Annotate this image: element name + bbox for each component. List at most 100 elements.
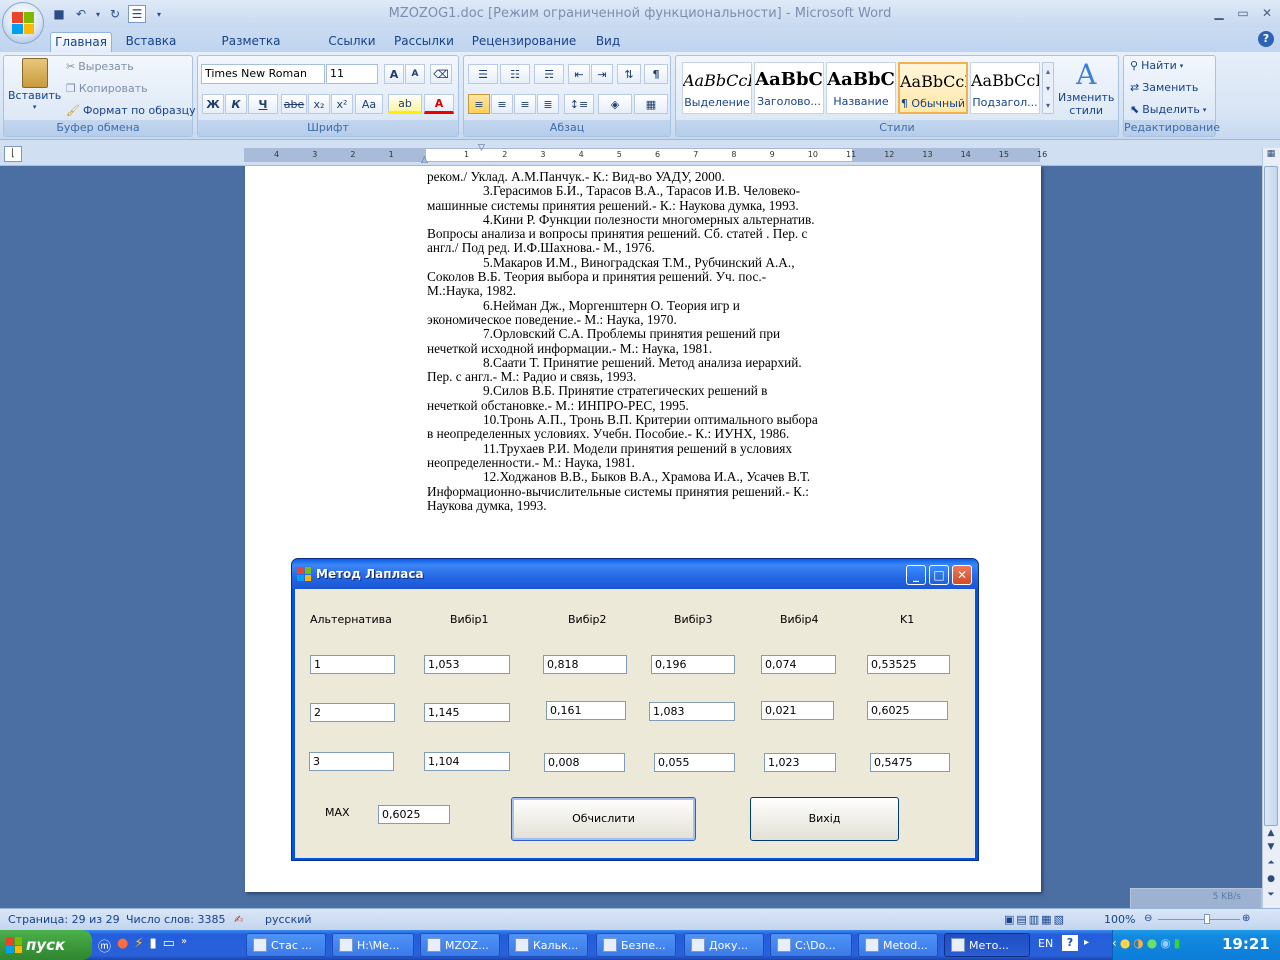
k1-input-2[interactable]: 0,6025 — [867, 701, 948, 720]
save-icon[interactable]: ▮ — [150, 936, 157, 954]
view-buttons[interactable]: ▣▤▥▦▧ — [1004, 913, 1066, 926]
close-icon[interactable]: ✕ — [1256, 6, 1278, 22]
paste-button[interactable]: Вставить ▾ — [8, 58, 61, 111]
alt-input-2[interactable]: 2 — [310, 703, 395, 722]
tray-app-icon[interactable]: ● — [1120, 936, 1130, 950]
winamp-icon[interactable]: ⚡ — [134, 936, 143, 954]
choice3-input-2[interactable]: 1,083 — [649, 702, 735, 721]
word-count[interactable]: Число слов: 3385 — [126, 913, 225, 926]
ruler-toggle-icon[interactable]: ▦ — [1264, 149, 1278, 163]
tray-app-icon[interactable]: ◉ — [1160, 936, 1170, 950]
format-painter-button[interactable]: 🖌 Формат по образцу — [66, 104, 196, 117]
prev-page-icon[interactable]: ⏶ — [1264, 858, 1278, 872]
select-browse-icon[interactable]: ● — [1264, 874, 1278, 888]
taskbar-item-5[interactable]: Безпе... — [596, 933, 676, 957]
pilcrow-icon[interactable]: ¶ — [644, 64, 668, 84]
next-page-icon[interactable]: ⏷ — [1264, 890, 1278, 904]
taskbar-item-6[interactable]: Доку... — [684, 933, 764, 957]
choice2-input-3[interactable]: 0,008 — [544, 753, 625, 772]
exit-button[interactable]: Вихід — [750, 797, 899, 841]
scroll-up-icon[interactable]: ▲ — [1264, 828, 1278, 842]
line-spacing-icon[interactable]: ↕≡ — [564, 94, 594, 114]
desktop-icon[interactable]: ▭ — [163, 936, 175, 954]
increase-indent-icon[interactable]: ⇥ — [591, 64, 613, 84]
clear-format-icon[interactable]: ⌫ — [430, 64, 452, 84]
zoom-level[interactable]: 100% — [1104, 913, 1135, 926]
office-button[interactable] — [2, 2, 44, 44]
style-title[interactable]: AaBbC Название — [826, 62, 896, 114]
tray-app-icon[interactable]: ◑ — [1133, 936, 1143, 950]
help-icon[interactable]: ? — [1062, 935, 1078, 951]
tab-insert[interactable]: Вставка — [120, 32, 182, 52]
font-name-select[interactable]: Times New Roman — [201, 64, 325, 84]
start-button[interactable]: пуск — [0, 930, 92, 960]
change-case-button[interactable]: Aa — [355, 94, 383, 114]
multilevel-list-icon[interactable]: ☴ — [534, 64, 564, 84]
alt-input-3[interactable]: 3 — [309, 752, 394, 771]
dialog-minimize-icon[interactable]: _ — [906, 565, 926, 585]
more-icon[interactable]: » — [181, 936, 187, 954]
replace-button[interactable]: ⇄ Заменить — [1130, 81, 1198, 94]
shading-icon[interactable]: ◈ — [598, 94, 632, 114]
shrink-font-button[interactable]: A — [405, 64, 425, 84]
calculate-button[interactable]: Обчислити — [511, 797, 696, 841]
minimize-icon[interactable]: ▁ — [1208, 6, 1230, 22]
borders-icon[interactable]: ▦ — [634, 94, 668, 114]
tab-home[interactable]: Главная — [50, 32, 112, 52]
back-icon[interactable]: ‹ — [1112, 936, 1117, 950]
justify-icon[interactable]: ≣ — [537, 94, 559, 114]
scroll-down-icon[interactable]: ▼ — [1264, 842, 1278, 856]
tab-review[interactable]: Рецензирование — [468, 32, 580, 52]
first-line-indent-icon[interactable]: ▽ — [478, 143, 485, 153]
change-styles-button[interactable]: A Изменить стили — [1058, 58, 1114, 117]
style-subtitle[interactable]: AaBbCcI Подзагол... — [970, 62, 1040, 114]
tab-page-layout[interactable]: Разметка страницы — [190, 32, 312, 66]
taskbar-item-4[interactable]: Кальк... — [508, 933, 588, 957]
styles-scroll[interactable]: ▴ ▾ ▾ — [1042, 62, 1054, 114]
choice2-input-2[interactable]: 0,161 — [546, 701, 626, 720]
k1-input-1[interactable]: 0,53525 — [867, 655, 950, 674]
choice4-input-1[interactable]: 0,074 — [761, 655, 836, 674]
choice3-input-3[interactable]: 0,055 — [654, 753, 735, 772]
dialog-maximize-icon[interactable]: □ — [929, 565, 949, 585]
taskbar-item-1[interactable]: Стас ... — [246, 933, 326, 957]
font-size-select[interactable]: 11 — [326, 64, 378, 84]
underline-button[interactable]: Ч — [248, 94, 278, 114]
highlight-icon[interactable]: ab — [388, 94, 422, 114]
decrease-indent-icon[interactable]: ⇤ — [568, 64, 590, 84]
battery-icon[interactable]: ▮ — [1174, 936, 1181, 950]
spelling-icon[interactable]: ✍ — [234, 913, 243, 926]
sort-icon[interactable]: ⇅ — [617, 64, 641, 84]
style-emphasis[interactable]: AaBbCcI Выделение — [682, 62, 752, 114]
language-status[interactable]: русский — [265, 913, 312, 926]
choice4-input-2[interactable]: 0,021 — [761, 701, 834, 720]
alt-input-1[interactable]: 1 — [310, 655, 395, 674]
align-center-icon[interactable]: ≡ — [491, 94, 513, 114]
choice2-input-1[interactable]: 0,818 — [543, 655, 627, 674]
grow-font-button[interactable]: A — [384, 64, 404, 84]
maximize-icon[interactable]: ▭ — [1232, 6, 1254, 22]
tab-view[interactable]: Вид — [590, 32, 626, 52]
document-text[interactable]: реком./ Уклад. А.М.Панчук.- К.: Вид-во У… — [427, 169, 859, 513]
tab-references[interactable]: Ссылки — [322, 32, 382, 52]
tray-expand-icon[interactable]: ▸ — [1084, 937, 1089, 948]
tab-mailings[interactable]: Рассылки — [390, 32, 458, 52]
opera-icon[interactable]: ⓜ — [98, 936, 111, 955]
zoom-out-icon[interactable]: ⊖ — [1144, 913, 1152, 924]
tray-app-icon[interactable]: ● — [1147, 936, 1157, 950]
align-left-icon[interactable]: ≡ — [468, 94, 490, 114]
choice1-input-3[interactable]: 1,104 — [424, 752, 510, 771]
taskbar-item-7[interactable]: C:\Do... — [770, 933, 852, 957]
zoom-in-icon[interactable]: ⊕ — [1242, 913, 1250, 924]
choice1-input-2[interactable]: 1,145 — [424, 703, 510, 722]
bold-button[interactable]: Ж — [202, 94, 224, 114]
font-color-button[interactable]: A — [424, 94, 454, 114]
bullets-icon[interactable]: ☰ — [468, 64, 498, 84]
strikethrough-button[interactable]: abe — [281, 94, 307, 114]
zoom-slider[interactable]: ⊖ ⊕ — [1144, 913, 1254, 925]
align-right-icon[interactable]: ≡ — [514, 94, 536, 114]
choice4-input-3[interactable]: 1,023 — [764, 753, 836, 772]
copy-button[interactable]: ❐ Копировать — [66, 82, 148, 95]
help-icon[interactable]: ? — [1258, 31, 1274, 47]
choice3-input-1[interactable]: 0,196 — [651, 655, 735, 674]
